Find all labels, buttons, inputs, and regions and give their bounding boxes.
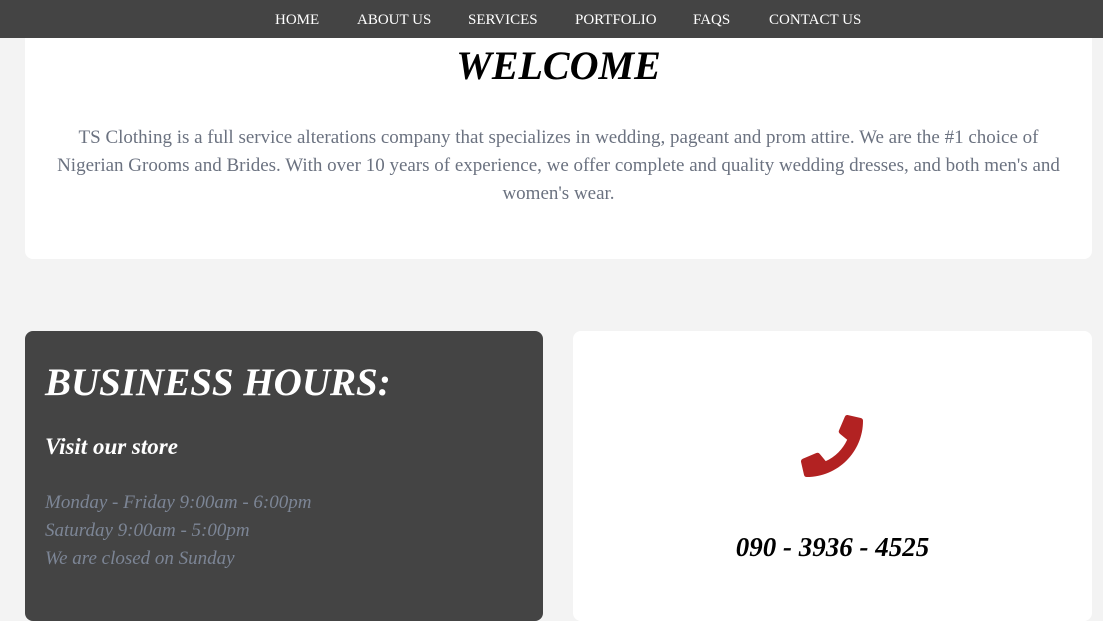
welcome-heading: WELCOME bbox=[456, 43, 661, 88]
phone-number[interactable]: 090 - 3936 - 4525 bbox=[573, 531, 1092, 563]
visit-store-subheading: Visit our store bbox=[45, 434, 178, 459]
business-hours-heading: BUSINESS HOURS: bbox=[45, 361, 391, 404]
top-navbar: HOME ABOUT US SERVICES PORTFOLIO FAQS CO… bbox=[0, 0, 1103, 38]
business-hours-card: BUSINESS HOURS: Visit our store Monday -… bbox=[25, 331, 543, 621]
hours-sunday: We are closed on Sunday bbox=[45, 548, 235, 569]
phone-contact-card: 090 - 3936 - 4525 bbox=[573, 331, 1092, 621]
phone-icon bbox=[801, 415, 863, 477]
nav-link-home[interactable]: HOME bbox=[275, 11, 319, 29]
nav-link-contact-us[interactable]: CONTACT US bbox=[769, 11, 861, 29]
nav-link-services[interactable]: SERVICES bbox=[468, 11, 538, 29]
nav-link-portfolio[interactable]: PORTFOLIO bbox=[575, 11, 657, 29]
welcome-card: WELCOME TS Clothing is a full service al… bbox=[25, 20, 1092, 259]
nav-link-faqs[interactable]: FAQS bbox=[693, 11, 730, 29]
nav-link-about-us[interactable]: ABOUT US bbox=[357, 11, 431, 29]
hours-weekdays: Monday - Friday 9:00am - 6:00pm bbox=[45, 492, 312, 513]
welcome-description: TS Clothing is a full service alteration… bbox=[57, 127, 1060, 204]
hours-saturday: Saturday 9:00am - 5:00pm bbox=[45, 520, 250, 541]
